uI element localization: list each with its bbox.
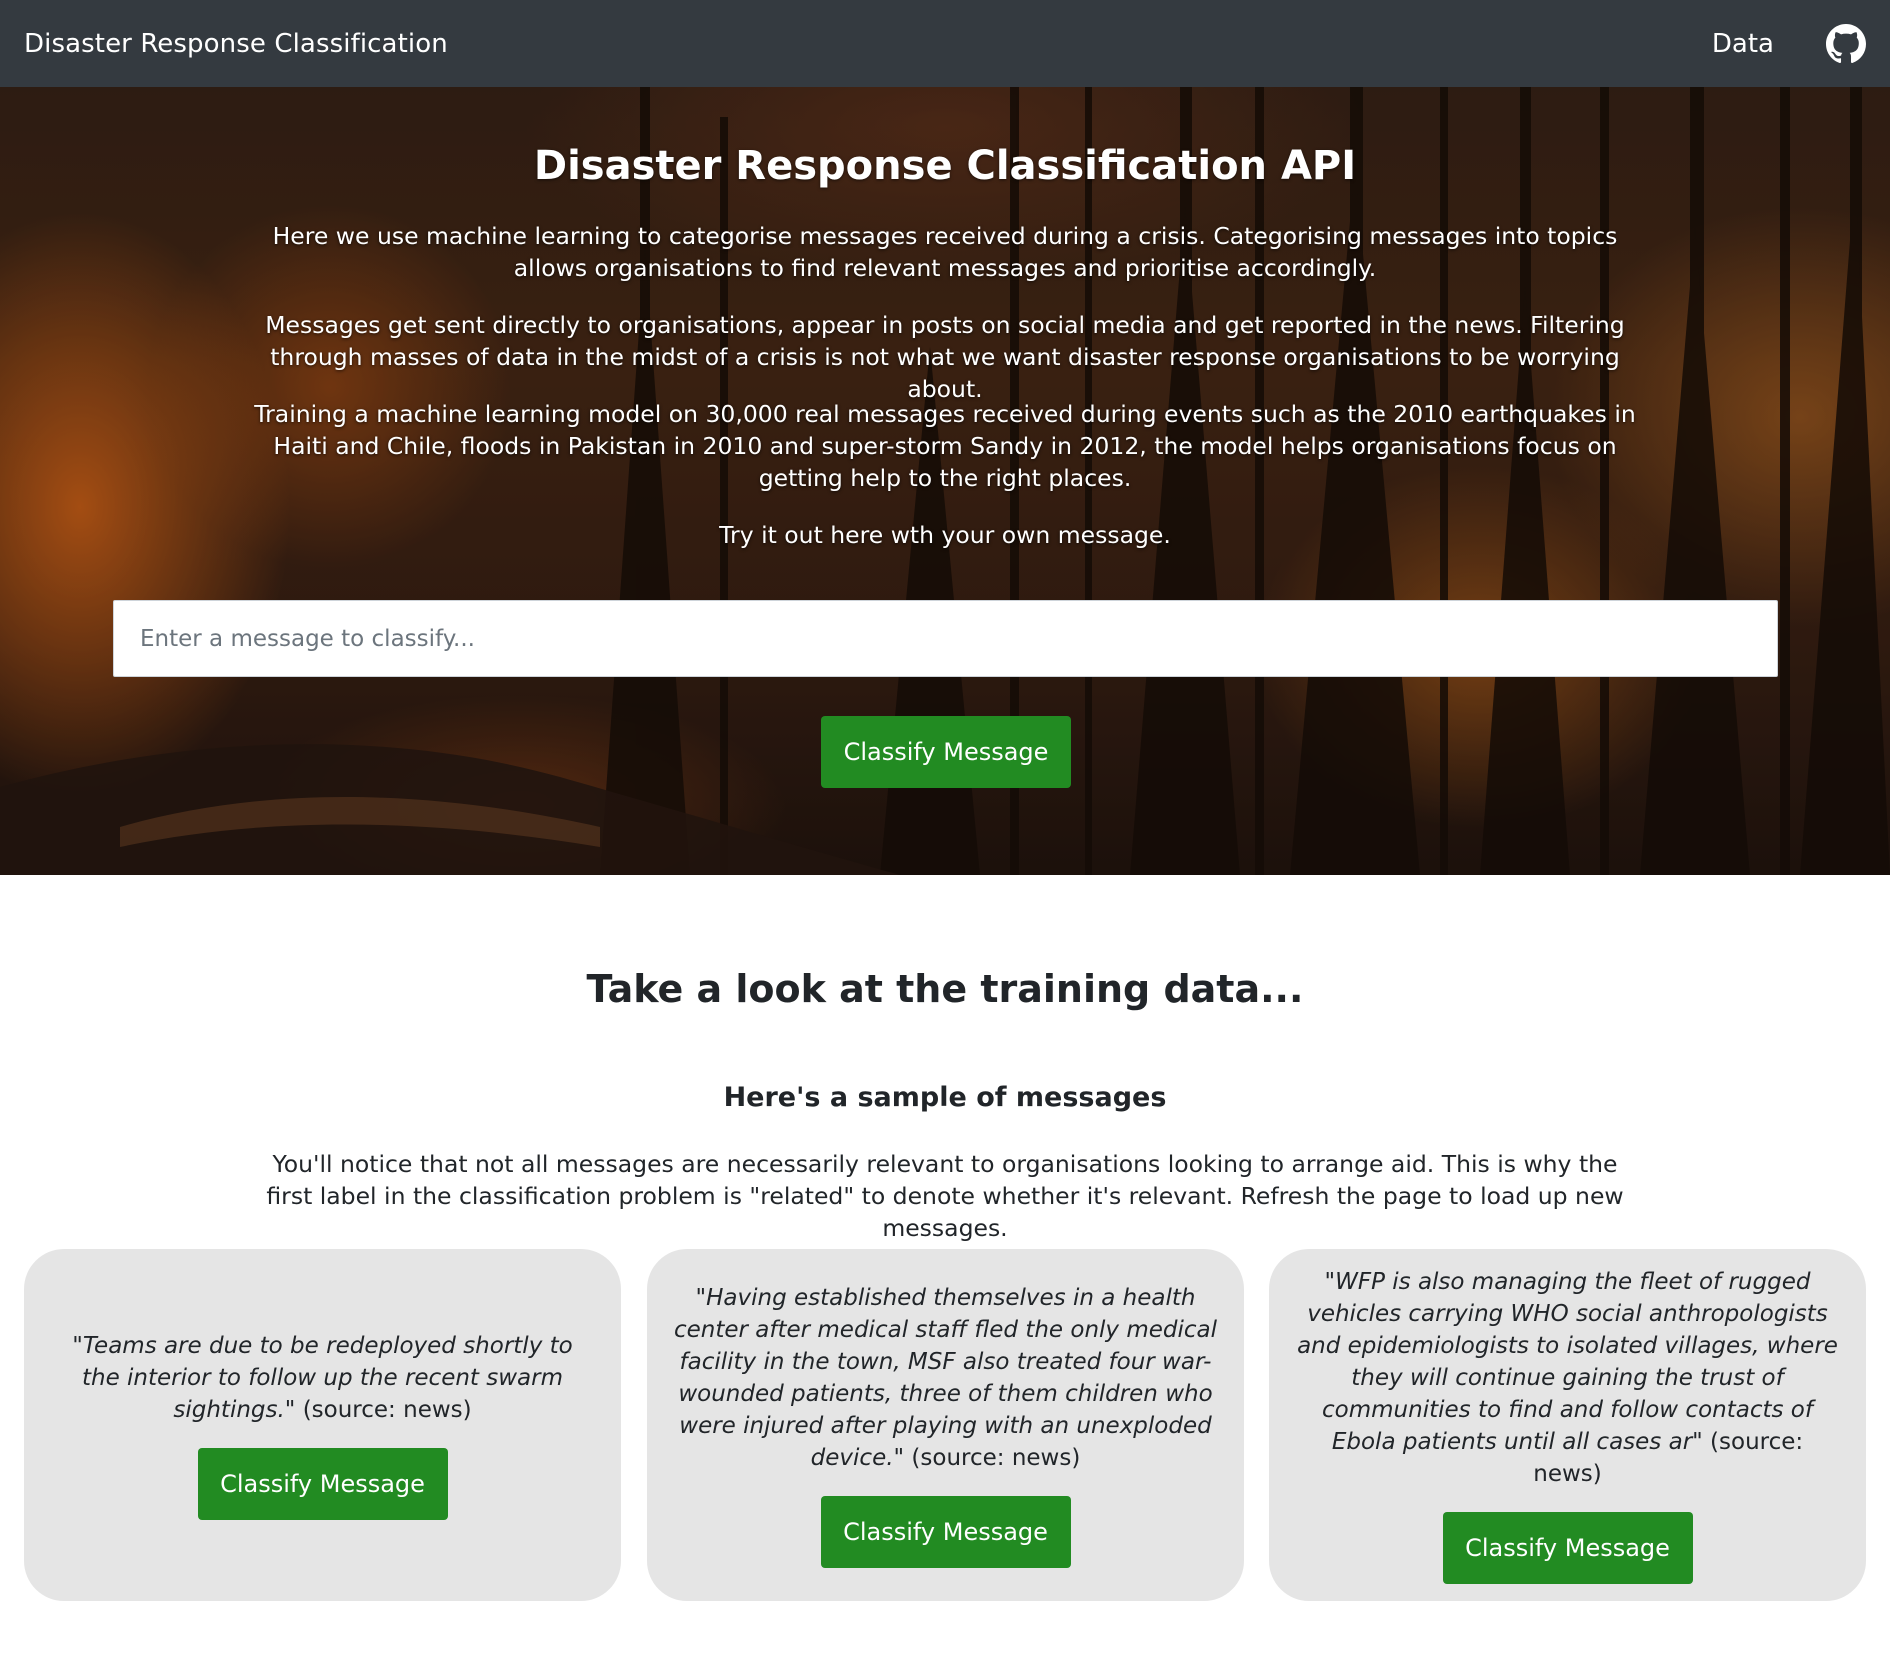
hero-section: Disaster Response Classification API Her… [0,87,1890,875]
message-input[interactable] [113,600,1778,677]
sample-message-card: "WFP is also managing the fleet of rugge… [1269,1249,1866,1601]
sample-message-card: "Having established themselves in a heal… [647,1249,1244,1601]
sample-message-text: "Teams are due to be redeployed shortly … [50,1330,595,1426]
sample-message-source: (source: news) [295,1397,472,1423]
classify-message-button[interactable]: Classify Message [821,716,1071,788]
navbar-right: Data [1712,23,1866,64]
sample-classify-button[interactable]: Classify Message [197,1448,448,1520]
sample-message-quote: "WFP is also managing the fleet of rugge… [1297,1269,1838,1455]
sample-message-source: (source: news) [904,1445,1081,1471]
training-section-subtitle: Here's a sample of messages [723,1082,1167,1113]
sample-classify-button[interactable]: Classify Message [1442,1512,1693,1584]
sample-message-card: "Teams are due to be redeployed shortly … [24,1249,621,1601]
navbar-brand[interactable]: Disaster Response Classification [24,29,448,59]
training-section-description: You'll notice that not all messages are … [266,1150,1624,1242]
hero-paragraph-cta: Try it out here wth your own message. [719,521,1171,549]
hero-title: Disaster Response Classification API [533,143,1357,189]
hero-paragraph-problem: Messages get sent directly to organisati… [265,311,1625,403]
nav-link-data[interactable]: Data [1712,29,1774,59]
github-icon[interactable] [1826,23,1866,64]
sample-message-text: "WFP is also managing the fleet of rugge… [1295,1266,1840,1490]
hero-paragraph-intro: Here we use machine learning to categori… [272,222,1618,282]
training-section-title: Take a look at the training data... [586,967,1304,1011]
sample-message-quote: "Having established themselves in a heal… [673,1285,1218,1471]
hero-paragraph-training: Training a machine learning model on 30,… [254,400,1636,492]
navbar: Disaster Response Classification Data [0,0,1890,87]
sample-message-text: "Having established themselves in a heal… [673,1282,1218,1474]
sample-classify-button[interactable]: Classify Message [820,1496,1071,1568]
